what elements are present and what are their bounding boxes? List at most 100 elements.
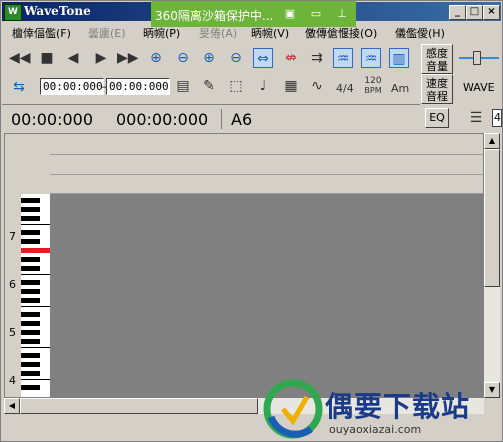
prev-icon[interactable]: ◀: [63, 48, 83, 68]
time-display-a: 00:00:000: [11, 110, 94, 129]
black-key[interactable]: [21, 330, 40, 335]
watermark: 偶要下载站 ouyaoxiazai.com: [263, 379, 503, 441]
tempo-value: 120: [364, 76, 382, 86]
vertical-scrollbar[interactable]: ▲ ▼: [484, 133, 500, 398]
black-key[interactable]: [21, 371, 40, 376]
menu-help[interactable]: 儀儖僾(H): [395, 25, 445, 41]
fast-forward-icon[interactable]: ▶▶: [117, 48, 139, 68]
timeline-ruler[interactable]: [50, 134, 483, 194]
time-end-field[interactable]: 00:00:000: [106, 78, 170, 95]
black-key[interactable]: [21, 353, 40, 358]
black-key[interactable]: [21, 266, 40, 271]
key-divider: [21, 274, 50, 275]
time-display-b: 000:00:000: [116, 110, 209, 129]
menu-display[interactable]: 昞帵(P): [143, 25, 180, 41]
shrink-icon[interactable]: ⇎: [281, 48, 301, 68]
black-key[interactable]: [21, 385, 40, 390]
spectrum-view-icon[interactable]: ♒: [361, 48, 381, 68]
value-field[interactable]: 4: [492, 109, 502, 127]
piano-keyboard[interactable]: [21, 194, 50, 397]
black-key[interactable]: [21, 280, 40, 285]
menu-options[interactable]: 儌傳傖愝掕(O): [305, 25, 377, 41]
app-window: W WaveTone _ □ × 360隔离沙箱保护中... ▣ ▭ ⊥ 檀倖偪…: [0, 0, 503, 442]
menu-file[interactable]: 檀倖偪儖(F): [12, 25, 71, 41]
zoom-out-horizontal-icon[interactable]: ⊖: [173, 48, 193, 68]
book-icon[interactable]: ▥: [389, 48, 409, 68]
volume-slider[interactable]: [459, 51, 499, 65]
folder-icon[interactable]: ▭: [309, 7, 323, 21]
chord-label[interactable]: Am: [391, 82, 409, 95]
arrows-icon[interactable]: ⇉: [307, 48, 327, 68]
close-button[interactable]: ×: [483, 5, 500, 20]
curve-icon[interactable]: ∿: [307, 76, 327, 96]
tempo-indicator[interactable]: 120 BPM: [361, 76, 385, 98]
menu-bar: 檀倖偪儖(F) 曇廤(E) 昞帵(P) 旻倦(A) 昞帵(V) 儌傳傖愝掕(O)…: [2, 22, 445, 42]
watermark-title: 偶要下载站: [325, 390, 471, 423]
watermark-url: ouyaoxiazai.com: [329, 423, 422, 436]
mixer-icon[interactable]: ▤: [173, 76, 193, 96]
ruler-line: [50, 154, 483, 155]
tempo-unit: BPM: [364, 86, 382, 95]
editor-area: 7 6 5 4: [4, 133, 484, 398]
key-divider: [21, 379, 50, 380]
black-key[interactable]: [21, 239, 40, 244]
status-divider: [221, 109, 222, 129]
play-icon[interactable]: ▶: [91, 48, 111, 68]
pin-icon[interactable]: ⊥: [335, 7, 349, 21]
black-key[interactable]: [21, 289, 40, 294]
speed-pitch-button[interactable]: 速度 音程: [421, 74, 453, 104]
black-key[interactable]: [21, 230, 40, 235]
black-key[interactable]: [21, 207, 40, 212]
octave-label-6: 6: [9, 278, 16, 291]
menu-view[interactable]: 昞帵(V): [251, 25, 289, 41]
black-key[interactable]: [21, 362, 40, 367]
black-key[interactable]: [21, 257, 40, 262]
black-key[interactable]: [21, 312, 40, 317]
black-key[interactable]: [21, 198, 40, 203]
zoom-in-horizontal-icon[interactable]: ⊕: [146, 48, 166, 68]
octave-label-4: 4: [9, 374, 16, 387]
black-key[interactable]: [21, 216, 40, 221]
octave-label-7: 7: [9, 230, 16, 243]
menu-analysis[interactable]: 旻倦(A): [199, 25, 237, 41]
black-key[interactable]: [21, 321, 40, 326]
site-logo-icon: [263, 379, 323, 439]
menu-edit[interactable]: 曇廤(E): [88, 25, 126, 41]
black-key[interactable]: [21, 298, 40, 303]
scroll-left-button[interactable]: ◀: [4, 398, 20, 414]
minimize-button[interactable]: _: [449, 5, 466, 20]
note-display: A6: [231, 110, 253, 129]
zoom-in-vertical-icon[interactable]: ⊕: [199, 48, 219, 68]
window-title: WaveTone: [24, 4, 91, 18]
sensitivity-volume-button[interactable]: 感度 音量: [421, 44, 453, 74]
pencil-icon[interactable]: ✎: [199, 76, 219, 96]
eq-button[interactable]: EQ: [425, 108, 449, 128]
black-key[interactable]: [21, 339, 40, 344]
note-icon[interactable]: ♩: [253, 76, 273, 96]
horizontal-scroll-thumb[interactable]: [20, 398, 258, 414]
time-start-field[interactable]: 00:00:000: [40, 78, 104, 95]
ruler-line: [50, 174, 483, 175]
stop-icon[interactable]: ■: [37, 48, 57, 68]
loop-icon[interactable]: ⇆: [9, 77, 29, 97]
maximize-button[interactable]: □: [466, 5, 483, 20]
select-rect-icon[interactable]: ⬚: [226, 76, 246, 96]
rewind-icon[interactable]: ◀◀: [9, 48, 31, 68]
piano-roll-grid[interactable]: [50, 194, 483, 397]
table-icon[interactable]: ▦: [281, 76, 301, 96]
sandbox-window-icon[interactable]: ▣: [283, 7, 297, 21]
wave-view-icon[interactable]: ♒: [333, 48, 353, 68]
wave-label[interactable]: WAVE: [463, 81, 495, 94]
expand-icon[interactable]: ⇔: [253, 48, 273, 68]
highlighted-key[interactable]: [21, 248, 50, 253]
status-row: 00:00:000 000:00:000 A6: [2, 104, 420, 133]
zoom-out-vertical-icon[interactable]: ⊖: [226, 48, 246, 68]
app-icon: W: [4, 4, 22, 21]
vertical-scroll-thumb[interactable]: [484, 149, 500, 287]
key-divider: [21, 224, 50, 225]
list-icon[interactable]: ☰: [466, 108, 486, 128]
scroll-up-button[interactable]: ▲: [484, 133, 500, 149]
slider-thumb[interactable]: [473, 51, 481, 65]
meter-label[interactable]: 4/4: [336, 82, 354, 95]
octave-label-5: 5: [9, 326, 16, 339]
